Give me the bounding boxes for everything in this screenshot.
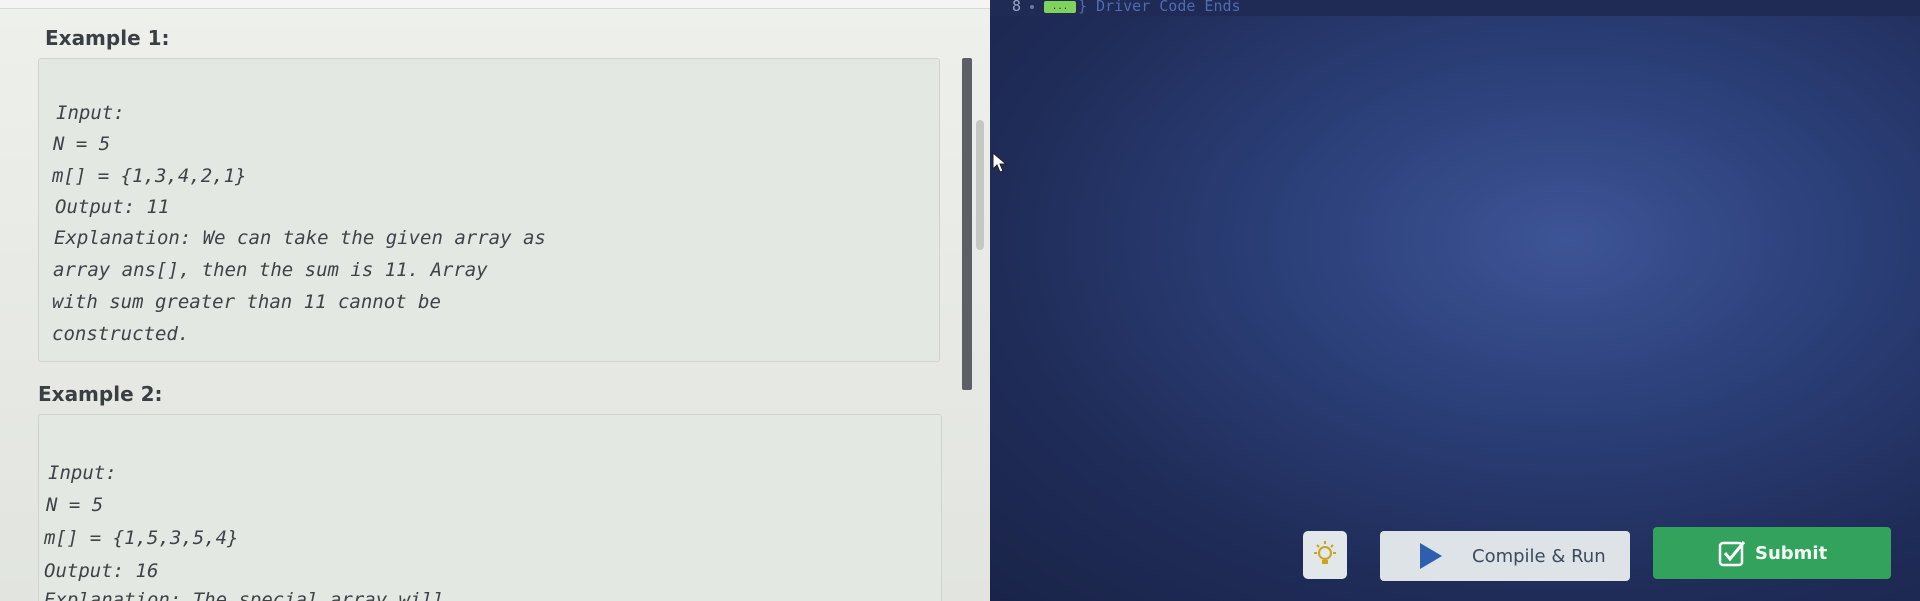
example-1-n-value: N = 5 [53,133,111,155]
example-1-explanation-line-2: array ans[], then the sum is 11. Array [53,259,488,281]
example-2-n-value: N = 5 [46,494,104,516]
hint-button[interactable] [1303,531,1347,579]
code-editor[interactable]: 8 ... } Driver Code Ends Compile & Run S… [990,0,1920,601]
compile-run-label: Compile & Run [1472,545,1606,567]
compile-run-button[interactable]: Compile & Run [1380,531,1630,581]
example-2-array-value: m[] = {1,5,3,5,4} [44,527,239,549]
fold-marker-icon[interactable]: ... [1044,1,1076,13]
scrollbar-thumb[interactable] [976,120,984,250]
submit-label: Submit [1755,542,1828,564]
editor-line-8: 8 ... } Driver Code Ends [990,0,1920,16]
example-2-explanation-line-1: Explanation: The special array will [44,589,445,601]
play-icon [1420,543,1442,569]
example-1-explanation-line-3: with sum greater than 11 cannot be [52,291,441,313]
example-2-title: Example 2: [38,382,163,406]
example-2-output: Output: 16 [44,560,159,582]
example-1-title: Example 1: [45,26,170,50]
example-2-box [38,414,942,601]
submit-button[interactable]: Submit [1653,527,1891,579]
example-1-input-label: Input: [56,102,125,124]
panel-top-border [0,0,990,9]
mouse-cursor-icon [992,152,1008,173]
example-1-output: Output: 11 [55,196,170,218]
example-1-array-value: m[] = {1,3,4,2,1} [52,165,247,187]
lightbulb-icon [1314,541,1336,564]
problem-panel: Example 1: Input: N = 5 m[] = {1,3,4,2,1… [0,0,990,601]
breakpoint-dot [1030,5,1034,9]
example-2-input-label: Input: [48,462,117,484]
example-1-box [38,58,940,362]
example-1-explanation-line-4: constructed. [52,323,190,345]
panel-divider[interactable] [962,58,972,390]
checkbox-icon [1718,541,1746,567]
line-number: 8 [1012,0,1022,15]
driver-code-comment: } Driver Code Ends [1078,0,1241,15]
example-1-explanation-line-1: Explanation: We can take the given array… [54,227,546,249]
